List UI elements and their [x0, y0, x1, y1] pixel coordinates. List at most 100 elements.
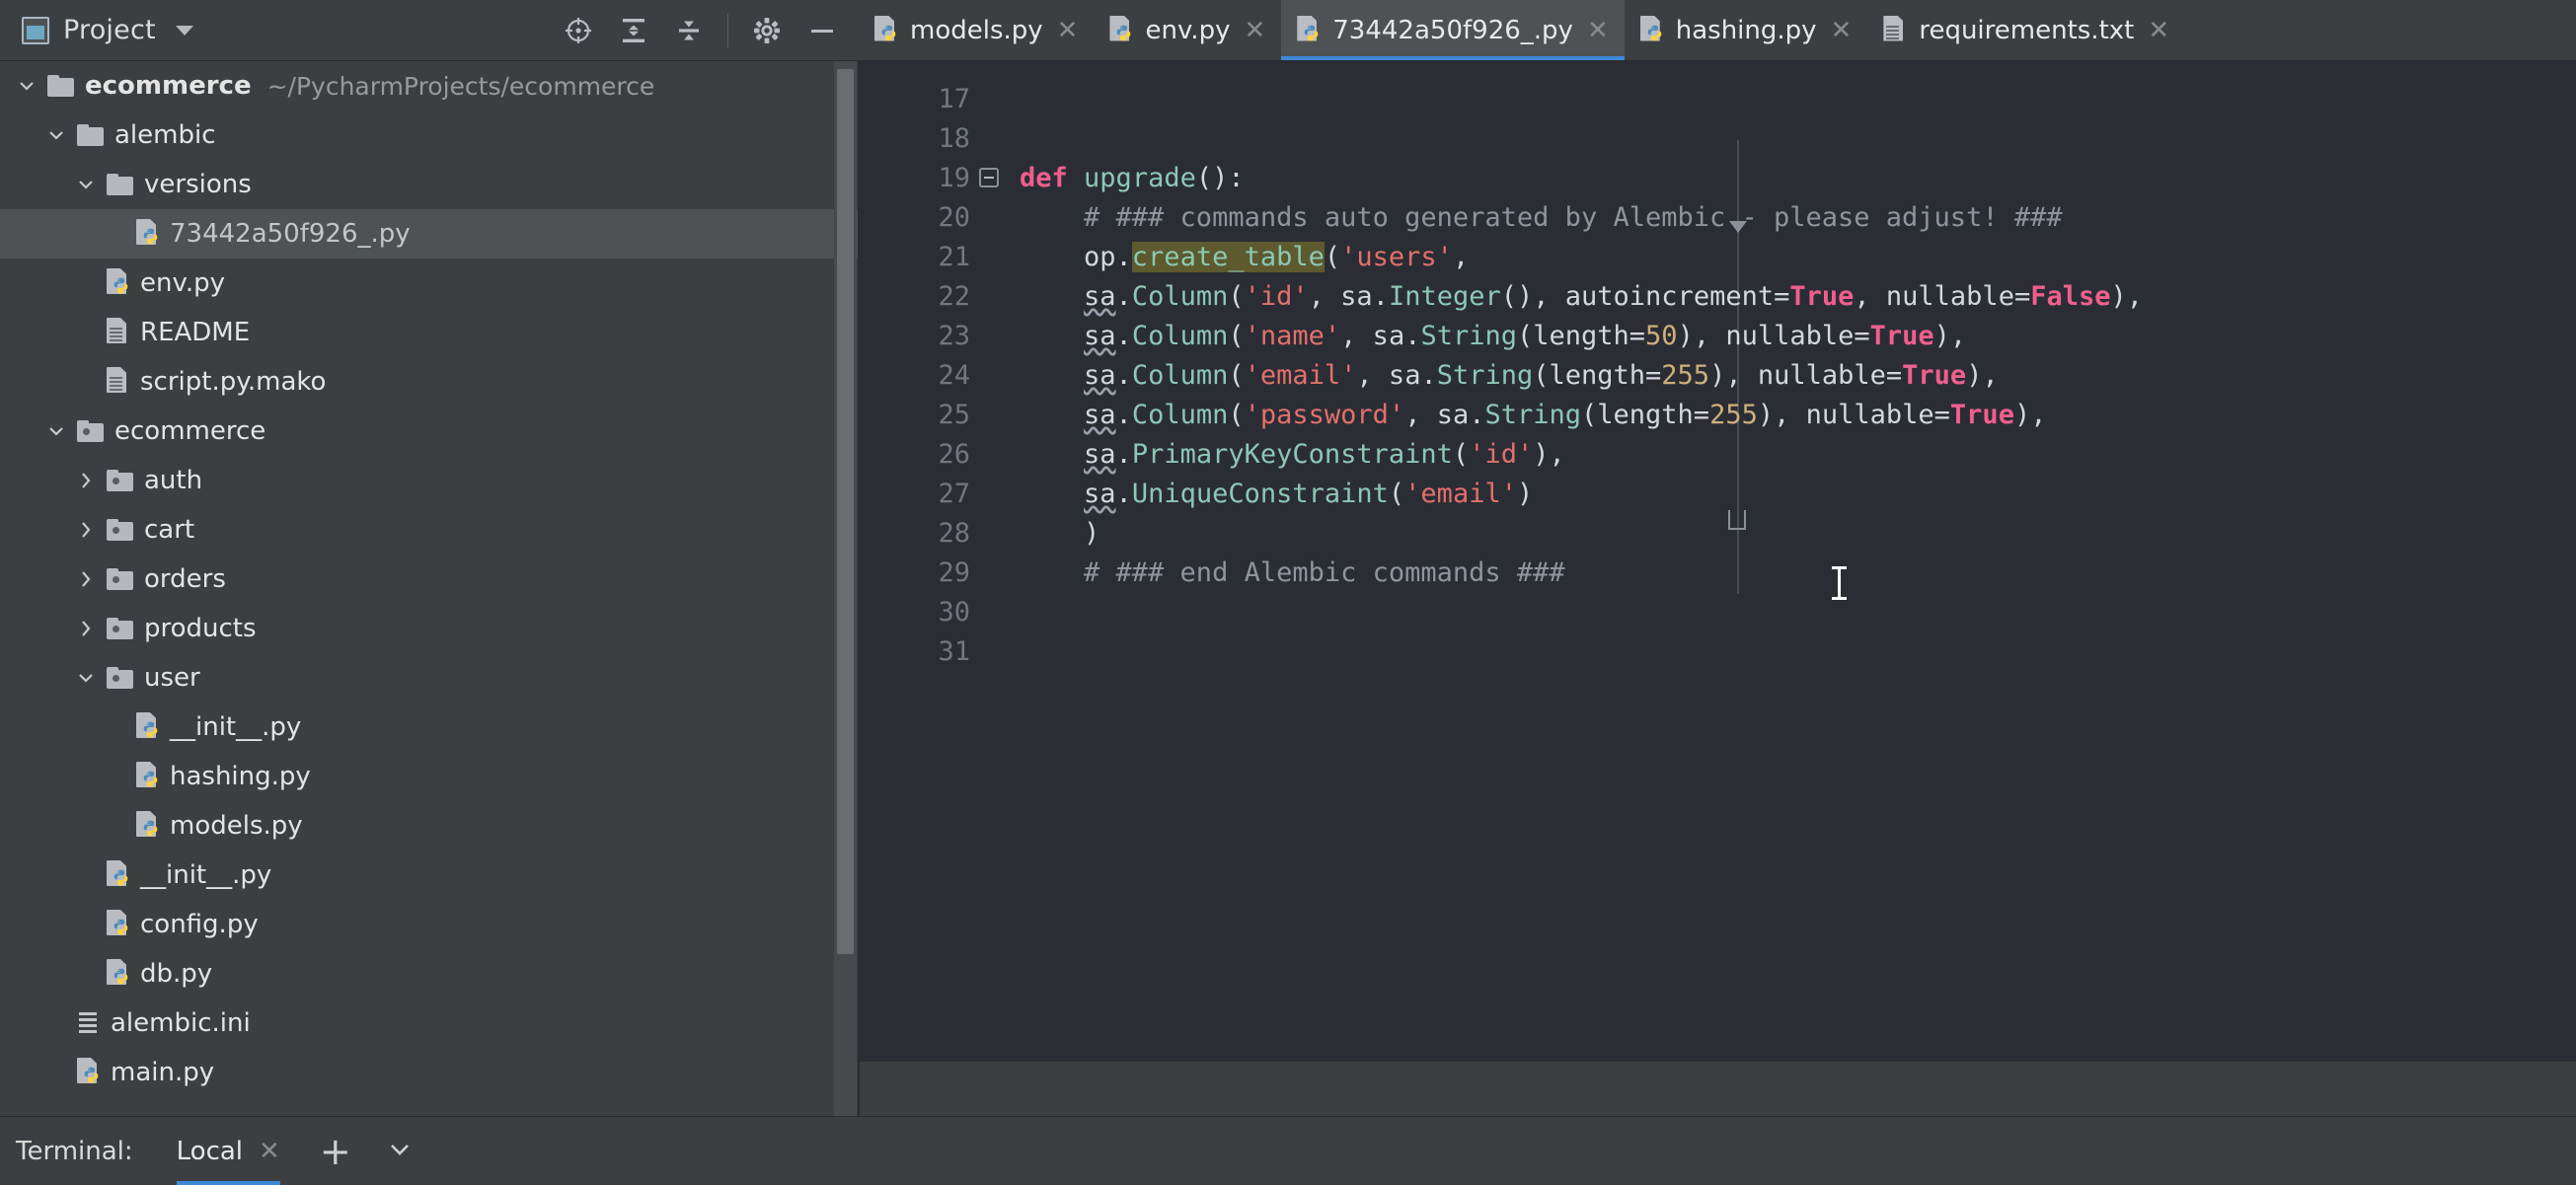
python-file-icon	[136, 712, 160, 742]
code-editor[interactable]: 17 18 19 def upgrade(): 20 # ### commands au…	[860, 61, 2576, 1061]
collapse-all-icon[interactable]	[672, 14, 706, 47]
chevron-down-icon[interactable]	[175, 25, 193, 36]
code-line-28[interactable]: 28 )	[860, 513, 2576, 553]
code-line-21[interactable]: 21 op.create_table('users',	[860, 237, 2576, 276]
tree-item-cart[interactable]: cart	[0, 505, 859, 555]
close-icon[interactable]: ✕	[1829, 18, 1855, 43]
editor-code-area[interactable]: 17 18 19 def upgrade(): 20 # ### commands au…	[860, 61, 2576, 1061]
terminal-tool-window-bar: Terminal: Local ✕ +	[0, 1116, 2576, 1185]
code-line-29[interactable]: 29 # ### end Alembic commands ###	[860, 553, 2576, 592]
project-tree-scrollbar[interactable]	[837, 69, 854, 954]
project-title-group[interactable]: Project	[22, 15, 193, 45]
tree-item-env-py[interactable]: env.py	[0, 259, 859, 308]
editor-tab-73442a50f926-py[interactable]: 73442a50f926_.py ✕	[1281, 0, 1626, 60]
tree-item-ecommerce[interactable]: ecommerce ~/PycharmProjects/ecommerce	[0, 61, 859, 111]
code-line-25[interactable]: 25 sa.Column('password', sa.String(lengt…	[860, 395, 2576, 434]
folder-icon	[77, 124, 105, 146]
tree-item-orders[interactable]: orders	[0, 555, 859, 604]
tree-item-hashing-py[interactable]: hashing.py	[0, 752, 859, 801]
python-file-icon	[107, 910, 130, 939]
tree-item-config-py[interactable]: config.py	[0, 900, 859, 949]
chevron-down-icon[interactable]	[14, 73, 39, 99]
close-icon[interactable]: ✕	[1055, 18, 1081, 43]
module-folder-icon	[107, 568, 134, 590]
settings-gear-icon[interactable]	[750, 14, 784, 47]
chevron-right-icon[interactable]	[73, 616, 99, 641]
tree-item--init-py[interactable]: __init__.py	[0, 703, 859, 752]
editor-tab-requirements-txt[interactable]: requirements.txt ✕	[1867, 0, 2185, 60]
fold-collapse-icon[interactable]	[979, 168, 999, 187]
code-line-31[interactable]: 31	[860, 631, 2576, 671]
chevron-down-icon[interactable]	[43, 418, 69, 444]
chevron-down-icon[interactable]	[43, 122, 69, 148]
tree-item-alembic-ini[interactable]: alembic.ini	[0, 999, 859, 1048]
chevron-right-icon[interactable]	[73, 566, 99, 592]
editor-tab-hashing-py[interactable]: hashing.py ✕	[1625, 0, 1868, 60]
tree-item-readme[interactable]: README	[0, 308, 859, 357]
close-icon[interactable]: ✕	[259, 1137, 280, 1166]
project-tree-list: ecommerce ~/PycharmProjects/ecommerce alem…	[0, 61, 859, 1097]
line-number: 19	[938, 162, 970, 193]
close-icon[interactable]: ✕	[1585, 18, 1611, 43]
tree-item-db-py[interactable]: db.py	[0, 949, 859, 999]
code-line-27[interactable]: 27 sa.UniqueConstraint('email')	[860, 474, 2576, 513]
line-number: 31	[938, 635, 970, 667]
chevron-down-icon[interactable]	[73, 665, 99, 691]
close-icon[interactable]: ✕	[2146, 18, 2171, 43]
code-line-22[interactable]: 22 sa.Column('id', sa.Integer(), autoinc…	[860, 276, 2576, 316]
code-line-19[interactable]: 19 def upgrade():	[860, 158, 2576, 197]
folder-icon	[47, 75, 75, 97]
tree-item-path: ~/PycharmProjects/ecommerce	[266, 71, 655, 101]
code-line-text: # ### commands auto generated by Alembic…	[1020, 201, 2063, 233]
line-number: 27	[938, 478, 970, 509]
tree-item-ecommerce[interactable]: ecommerce	[0, 407, 859, 456]
project-panel-title: Project	[63, 15, 156, 45]
chevron-down-icon[interactable]	[73, 172, 99, 197]
editor-tab-label: models.py	[910, 15, 1043, 45]
tree-item-auth[interactable]: auth	[0, 456, 859, 505]
code-line-17[interactable]: 17	[860, 79, 2576, 118]
tree-item-user[interactable]: user	[0, 653, 859, 703]
editor-tab-label: requirements.txt	[1919, 15, 2135, 45]
code-line-text: def upgrade():	[1020, 162, 1245, 193]
fold-gutter-cell[interactable]	[970, 168, 1008, 187]
tree-item-label: main.py	[111, 1058, 215, 1087]
line-number: 18	[938, 122, 970, 154]
pycharm-window: Project models.py ✕ env.py ✕ 73442a50f92…	[0, 0, 2576, 1185]
tree-item-alembic[interactable]: alembic	[0, 111, 859, 160]
mouse-text-cursor	[1832, 566, 1847, 600]
tree-item-products[interactable]: products	[0, 604, 859, 653]
terminal-tab-local[interactable]: Local ✕	[176, 1118, 281, 1185]
close-icon[interactable]: ✕	[1242, 18, 1267, 43]
terminal-label: Terminal:	[16, 1136, 133, 1166]
editor-tab-strip: models.py ✕ env.py ✕ 73442a50f926_.py ✕ hashin…	[859, 0, 2576, 61]
chevron-down-icon[interactable]	[385, 1135, 415, 1168]
tree-item-label: hashing.py	[170, 762, 311, 791]
code-line-24[interactable]: 24 sa.Column('email', sa.String(length=2…	[860, 355, 2576, 395]
code-line-text: # ### end Alembic commands ###	[1020, 556, 1565, 588]
code-line-26[interactable]: 26 sa.PrimaryKeyConstraint('id'),	[860, 434, 2576, 474]
tree-item-label: README	[140, 318, 251, 347]
tree-item-models-py[interactable]: models.py	[0, 801, 859, 851]
plus-icon[interactable]: +	[320, 1133, 351, 1170]
editor-tab-models-py[interactable]: models.py ✕	[859, 0, 1094, 60]
tree-item-main-py[interactable]: main.py	[0, 1048, 859, 1097]
expand-all-icon[interactable]	[617, 14, 650, 47]
line-number: 28	[938, 517, 970, 549]
hide-panel-icon[interactable]	[805, 14, 839, 47]
chevron-right-icon[interactable]	[73, 468, 99, 493]
code-line-text: sa.UniqueConstraint('email')	[1084, 478, 1534, 509]
code-line-23[interactable]: 23 sa.Column('name', sa.String(length=50…	[860, 316, 2576, 355]
locate-file-icon[interactable]	[562, 14, 595, 47]
project-panel-header: Project	[0, 0, 859, 61]
tree-item--init-py[interactable]: __init__.py	[0, 851, 859, 900]
tree-item-script-py-mako[interactable]: script.py.mako	[0, 357, 859, 407]
code-line-18[interactable]: 18	[860, 118, 2576, 158]
code-line-20[interactable]: 20 # ### commands auto generated by Alem…	[860, 197, 2576, 237]
tree-item-73442a50f926-py[interactable]: 73442a50f926_.py	[0, 209, 859, 259]
tree-item-label: products	[144, 614, 257, 643]
chevron-right-icon[interactable]	[73, 517, 99, 543]
tree-item-versions[interactable]: versions	[0, 160, 859, 209]
editor-tab-env-py[interactable]: env.py ✕	[1094, 0, 1281, 60]
code-line-30[interactable]: 30	[860, 592, 2576, 631]
